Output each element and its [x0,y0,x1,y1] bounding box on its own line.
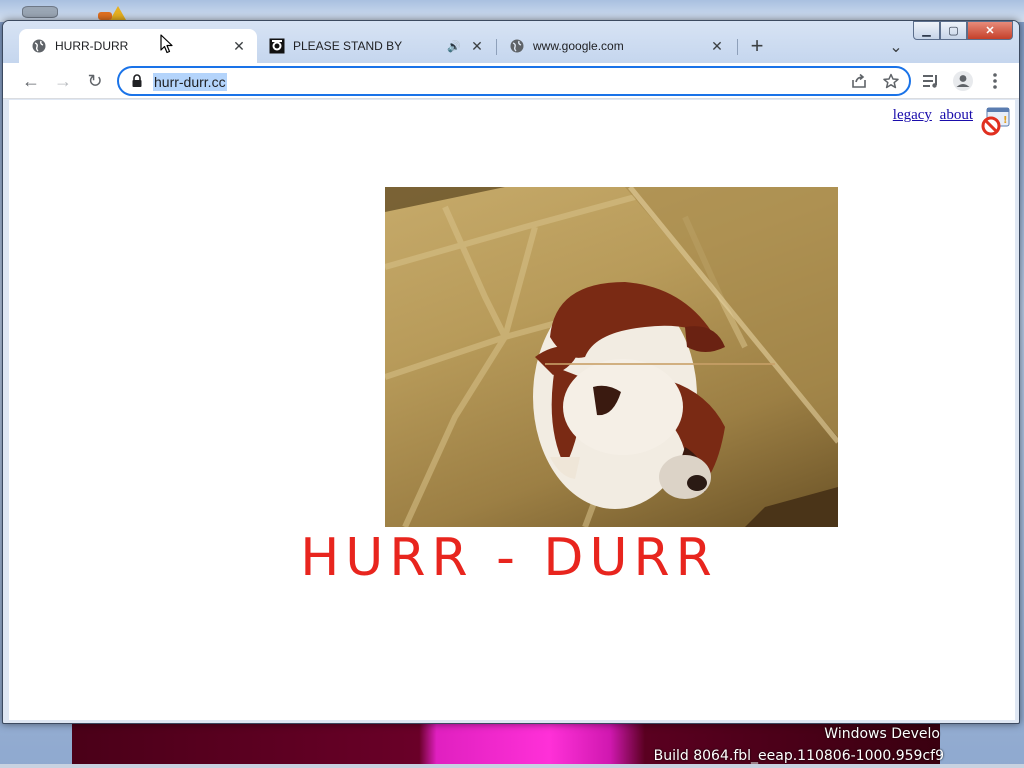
tab-please-stand-by[interactable]: PLEASE STAND BY 🔊 ✕ [257,29,495,63]
back-button[interactable]: ← [17,67,45,95]
tab-separator [737,39,738,55]
tab-google[interactable]: www.google.com ✕ [497,29,735,63]
tab-search-button[interactable]: ⌄ [883,35,909,61]
tab-title: HURR-DURR [55,39,129,53]
camera-favicon-icon [269,38,285,54]
legacy-link[interactable]: legacy [893,107,932,123]
about-link[interactable]: about [940,107,973,123]
lock-icon[interactable] [131,74,143,88]
taskbar [0,764,1024,768]
windows-watermark-line1: Windows Develo [824,726,940,742]
media-control-icon[interactable] [919,69,943,93]
address-bar[interactable]: hurr-durr.cc [117,66,911,96]
svg-text:!: ! [1003,115,1008,126]
reload-button[interactable]: ↻ [81,67,109,95]
desktop-shortcut-icon[interactable] [22,6,58,18]
tab-close-icon[interactable]: ✕ [231,38,247,54]
tab-strip: HURR-DURR ✕ PLEASE STAND BY 🔊 ✕ www.goog… [3,21,1019,63]
new-tab-button[interactable]: + [743,33,771,61]
desktop-background [0,0,1024,22]
menu-kebab-icon[interactable] [983,69,1007,93]
desktop-folder-icon[interactable] [98,6,132,20]
windows-watermark-line2: Build 8064.fbl_eeap.110806-1000.959cf9 [653,748,944,764]
tab-hurr-durr[interactable]: HURR-DURR ✕ [19,29,257,63]
share-icon[interactable] [849,73,869,93]
tab-close-icon[interactable]: ✕ [709,38,725,54]
page-heading: HURR - DURR [300,528,718,588]
blocked-popup-icon[interactable]: ! [981,106,1011,136]
browser-toolbar: ← → ↻ hurr-durr.cc [3,63,1019,99]
mouse-cursor-icon [160,34,173,54]
bulldog-image [385,187,838,527]
speaker-icon[interactable]: 🔊 [447,40,461,53]
browser-window: HURR-DURR ✕ PLEASE STAND BY 🔊 ✕ www.goog… [2,20,1020,724]
tab-close-icon[interactable]: ✕ [469,38,485,54]
window-close-button[interactable]: ✕ [967,21,1013,40]
url-text[interactable]: hurr-durr.cc [153,73,227,91]
tab-title: PLEASE STAND BY [293,39,403,53]
globe-icon [509,38,525,54]
globe-icon [31,38,47,54]
star-bookmark-icon[interactable] [881,73,901,93]
page-content: legacy about ! HURR - DURR [9,100,1015,720]
profile-avatar-icon[interactable] [951,69,975,93]
maximize-button[interactable]: ▢ [940,21,967,40]
top-links: legacy about [889,107,973,124]
forward-button[interactable]: → [49,67,77,95]
window-caption-buttons: ▁ ▢ ✕ [913,21,1013,40]
tab-title: www.google.com [533,39,624,53]
minimize-button[interactable]: ▁ [913,21,940,40]
